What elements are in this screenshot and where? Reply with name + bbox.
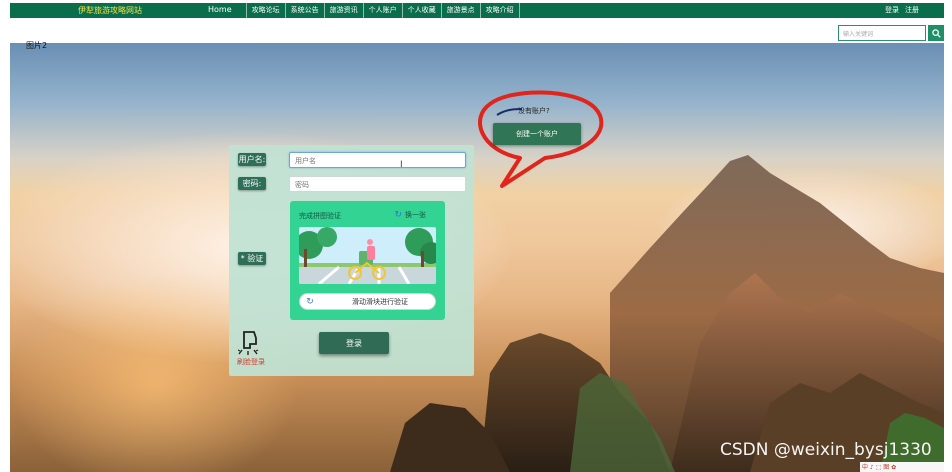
nav-item-travel-news[interactable]: 旅游资讯 xyxy=(325,3,364,18)
nav-item-attractions[interactable]: 旅游景点 xyxy=(442,3,481,18)
page-logo-text: 图片2 xyxy=(26,41,48,50)
password-label: 密码: xyxy=(238,177,266,190)
refresh-icon: ↻ xyxy=(394,210,402,220)
header-login-link[interactable]: 登录 xyxy=(885,5,899,15)
face-login-icon[interactable] xyxy=(237,330,266,356)
captcha-title: 完成拼图验证 xyxy=(299,212,341,220)
hero-background-mountain-photo xyxy=(10,43,944,472)
login-submit-button[interactable]: 登录 xyxy=(319,332,389,354)
nav-item-home[interactable]: Home xyxy=(198,3,247,18)
nav-item-guides[interactable]: 攻略介绍 xyxy=(481,3,520,18)
captcha-refresh-label: 换一张 xyxy=(405,211,426,219)
face-login-label[interactable]: 刷脸登录 xyxy=(237,357,265,367)
login-form: 用户名: 用户名 密码: 密码 * 验证 完成拼图验证 ↻ 换一张 ↻ 滑动滑块… xyxy=(229,145,474,376)
right-margin xyxy=(944,0,952,472)
username-input[interactable]: 用户名 xyxy=(289,152,466,168)
slider-refresh-icon: ↻ xyxy=(306,296,314,307)
nav-item-account[interactable]: 个人账户 xyxy=(364,3,403,18)
captcha-refresh-button[interactable]: ↻ 换一张 xyxy=(394,210,426,220)
captcha-slider[interactable]: ↻ 滑动滑块进行验证 xyxy=(299,293,436,310)
create-account-button[interactable]: 创建一个账户 xyxy=(493,123,581,145)
nav-item-announcements[interactable]: 系统公告 xyxy=(286,3,325,18)
top-navigation-bar: 伊犁旅游攻略网站 Home 攻略论坛 系统公告 旅游资讯 个人账户 个人收藏 旅… xyxy=(10,3,944,18)
main-nav: Home 攻略论坛 系统公告 旅游资讯 个人账户 个人收藏 旅游景点 攻略介绍 xyxy=(198,3,520,18)
text-cursor-icon: I xyxy=(400,160,403,170)
no-account-question: 没有账户? xyxy=(518,107,550,115)
watermark-text: CSDN @weixin_bysj1330 xyxy=(720,440,932,460)
puzzle-captcha: 完成拼图验证 ↻ 换一张 ↻ 滑动滑块进行验证 xyxy=(290,201,445,320)
auth-links: 登录 注册 xyxy=(885,5,919,15)
left-margin xyxy=(0,0,10,472)
corner-toolbar-badge: 中 ♪ ⬚ 图 ✿ xyxy=(860,462,944,472)
search-bar: 输入关键词 xyxy=(10,18,944,43)
header-register-link[interactable]: 注册 xyxy=(905,5,919,15)
captcha-puzzle-image xyxy=(299,227,436,284)
slider-instruction: 滑动滑块进行验证 xyxy=(352,298,408,306)
search-button[interactable] xyxy=(928,25,944,41)
search-icon xyxy=(931,28,941,38)
nav-item-favorites[interactable]: 个人收藏 xyxy=(403,3,442,18)
verify-label: * 验证 xyxy=(238,252,266,265)
nav-item-forum[interactable]: 攻略论坛 xyxy=(247,3,286,18)
slider-handle[interactable]: ↻ xyxy=(301,294,319,309)
search-input[interactable]: 输入关键词 xyxy=(838,25,926,41)
mountain-illustration xyxy=(390,155,944,472)
password-input[interactable]: 密码 xyxy=(289,176,466,192)
site-title[interactable]: 伊犁旅游攻略网站 xyxy=(78,5,142,16)
username-label: 用户名: xyxy=(238,153,266,166)
